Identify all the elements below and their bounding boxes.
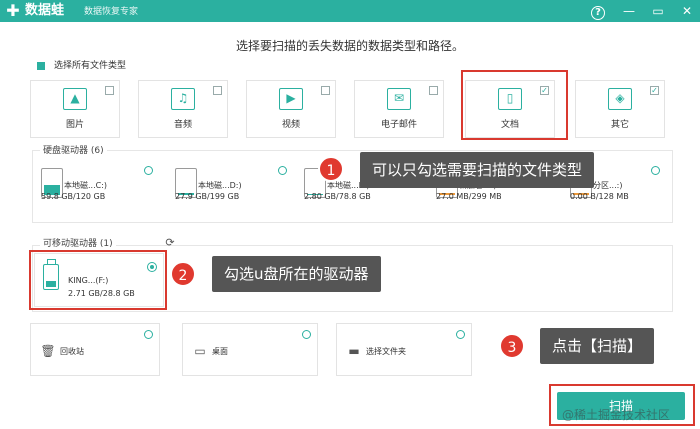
location-radio[interactable] bbox=[456, 330, 465, 339]
maximize-icon[interactable]: ▭ bbox=[649, 2, 667, 20]
location-label: 回收站 bbox=[60, 347, 84, 356]
plus-logo-icon: ✚ bbox=[6, 1, 20, 20]
step-badge-2: 2 bbox=[170, 261, 196, 287]
file-type-label: 图片 bbox=[65, 120, 84, 130]
select-all-label: 选择所有文件类型 bbox=[54, 61, 127, 71]
drive-name: 本地磁...D:) bbox=[198, 181, 242, 190]
step-badge-3: 3 bbox=[499, 333, 525, 359]
highlight-box bbox=[461, 70, 568, 140]
file-type-label: 电子邮件 bbox=[380, 120, 417, 130]
drive-size: 59.8 GB/120 GB bbox=[41, 192, 106, 201]
checkbox[interactable] bbox=[213, 86, 222, 95]
page-heading: 选择要扫描的丢失数据的数据类型和路径。 bbox=[235, 39, 464, 53]
drive-name: 本地磁...C:) bbox=[64, 181, 108, 190]
file-type-label: 其它 bbox=[610, 120, 629, 130]
drive-radio[interactable] bbox=[144, 166, 153, 175]
location-desktop[interactable]: ▭ 桌面 bbox=[182, 323, 318, 376]
email-icon: ✉ bbox=[387, 88, 411, 110]
checkbox[interactable] bbox=[321, 86, 330, 95]
select-all-check-icon bbox=[37, 62, 45, 70]
callout-2: 勾选u盘所在的驱动器 bbox=[212, 256, 381, 292]
hard-drives-title: 硬盘驱动器 (6) bbox=[40, 145, 107, 157]
callout-1: 可以只勾选需要扫描的文件类型 bbox=[360, 152, 595, 188]
drive-size: 0.00 B/128 MB bbox=[570, 192, 629, 201]
checkbox-checked[interactable]: ✓ bbox=[650, 86, 659, 95]
minimize-icon[interactable]: — bbox=[620, 2, 638, 20]
location-label: 选择文件夹 bbox=[366, 347, 406, 356]
desktop-icon: ▭ bbox=[194, 344, 206, 358]
removable-drives-title: 可移动驱动器 (1) bbox=[40, 238, 116, 250]
checkbox[interactable] bbox=[429, 86, 438, 95]
other-icon: ◈ bbox=[608, 88, 632, 110]
step-badge-1: 1 bbox=[318, 156, 344, 182]
checkbox[interactable] bbox=[105, 86, 114, 95]
app-window: ✚ 数据蛙 数据恢复专家 ? — ▭ ✕ 选择要扫描的丢失数据的数据类型和路径。… bbox=[0, 0, 700, 429]
file-type-other[interactable]: ◈ ✓ 其它 bbox=[575, 80, 665, 138]
drive-radio[interactable] bbox=[651, 166, 660, 175]
folder-icon: ▬ bbox=[348, 344, 360, 358]
drive-name: 分区...:) bbox=[593, 181, 623, 190]
file-type-audio[interactable]: ♫ 音频 bbox=[138, 80, 228, 138]
drive-d[interactable]: 本地磁...D:) 27.9 GB/199 GB bbox=[175, 166, 287, 206]
recycle-bin-icon: 🗑 bbox=[40, 344, 56, 358]
app-subtitle: 数据恢复专家 bbox=[84, 7, 139, 17]
file-type-video[interactable]: ▶ 视频 bbox=[246, 80, 336, 138]
drive-size: 2.80 GB/78.8 GB bbox=[304, 192, 371, 201]
help-icon[interactable]: ? bbox=[589, 2, 607, 20]
title-bar: ✚ 数据蛙 数据恢复专家 ? — ▭ ✕ bbox=[0, 0, 700, 22]
watermark: @稀土掘金技术社区 bbox=[562, 408, 671, 422]
highlight-box bbox=[29, 250, 167, 310]
file-type-email[interactable]: ✉ 电子邮件 bbox=[354, 80, 444, 138]
location-radio[interactable] bbox=[302, 330, 311, 339]
video-icon: ▶ bbox=[279, 88, 303, 110]
drive-radio[interactable] bbox=[278, 166, 287, 175]
file-type-label: 视频 bbox=[281, 120, 300, 130]
file-type-image[interactable]: ▲ 图片 bbox=[30, 80, 120, 138]
image-icon: ▲ bbox=[63, 88, 87, 110]
refresh-icon[interactable]: ⟳ bbox=[164, 237, 176, 249]
drive-c[interactable]: 本地磁...C:) 59.8 GB/120 GB bbox=[41, 166, 153, 206]
close-icon[interactable]: ✕ bbox=[678, 2, 696, 20]
drive-size: 27.9 GB/199 GB bbox=[175, 192, 240, 201]
file-type-label: 音频 bbox=[173, 120, 192, 130]
location-choose-folder[interactable]: ▬ 选择文件夹 bbox=[336, 323, 472, 376]
location-recycle-bin[interactable]: 🗑 回收站 bbox=[30, 323, 160, 376]
app-name: 数据蛙 bbox=[25, 3, 65, 18]
location-label: 桌面 bbox=[212, 347, 228, 356]
location-radio[interactable] bbox=[144, 330, 153, 339]
callout-3: 点击【扫描】 bbox=[540, 328, 655, 364]
music-icon: ♫ bbox=[171, 88, 195, 110]
drive-size: 27.0 MB/299 MB bbox=[436, 192, 502, 201]
